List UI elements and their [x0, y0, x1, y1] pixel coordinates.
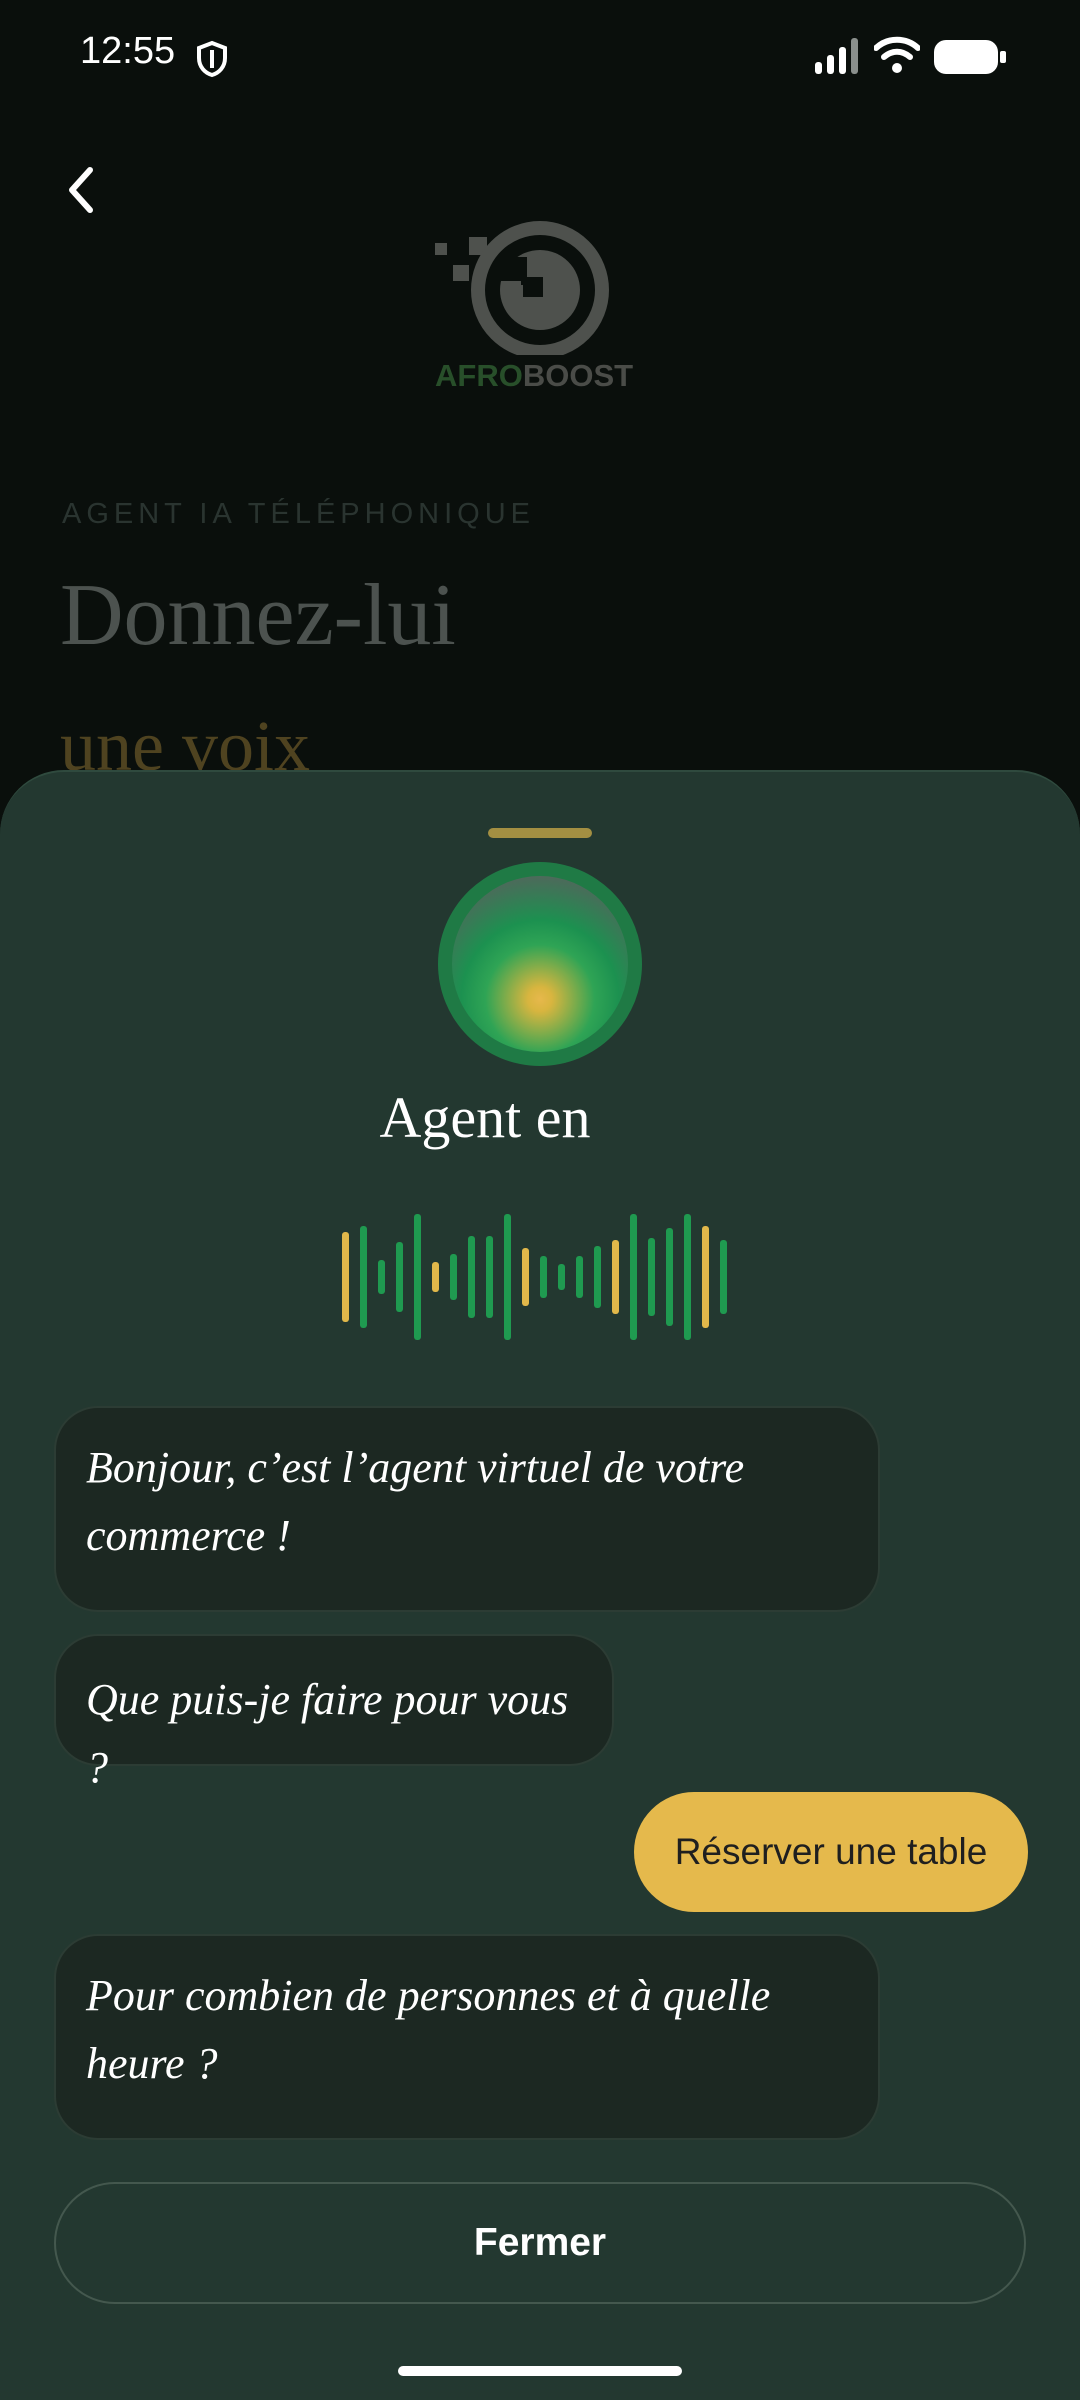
wave-bar [576, 1256, 583, 1298]
wave-bar [594, 1246, 601, 1308]
status-bar: 12:55 [0, 0, 1080, 120]
logo-word-afro: AFRO [435, 358, 523, 393]
wave-bar [648, 1238, 655, 1316]
agent-orb [438, 862, 642, 1066]
status-time: 12:55 [80, 30, 176, 72]
shield-icon [195, 40, 229, 83]
wave-bar [522, 1248, 529, 1306]
wave-bar [630, 1214, 637, 1340]
wave-bar [540, 1256, 547, 1298]
agent-orb-gradient [452, 876, 628, 1052]
home-indicator[interactable] [398, 2366, 682, 2376]
wave-bar [468, 1236, 475, 1318]
wave-bar [504, 1214, 511, 1340]
app-screen: 12:55 AFROBOOST AGENT IA TÉLÉPHONIQUE Do… [0, 0, 1080, 2400]
wave-bar [666, 1228, 673, 1326]
agent-message-bubble: Pour combien de personnes et à quelle he… [54, 1934, 880, 2140]
battery-icon [934, 40, 1006, 79]
page-headline-line-1: Donnez-lui [60, 567, 456, 664]
wave-bar [432, 1262, 439, 1292]
page-overline: AGENT IA TÉLÉPHONIQUE [62, 498, 535, 530]
wave-bar [702, 1226, 709, 1328]
wave-bar [684, 1214, 691, 1340]
wave-bar [486, 1236, 493, 1318]
logo-wordmark: AFROBOOST [435, 358, 633, 394]
wave-bar [360, 1226, 367, 1328]
wave-bar [450, 1254, 457, 1300]
agent-message-bubble: Bonjour, c’est l’agent virtuel de votre … [54, 1406, 880, 1612]
voice-agent-sheet: Agent en Bonjour, c’est l’agent virtuel … [0, 770, 1080, 2400]
voice-waveform [342, 1214, 727, 1340]
wave-bar [378, 1260, 385, 1294]
user-message-bubble: Réserver une table [634, 1792, 1028, 1912]
back-button[interactable] [60, 160, 120, 220]
wave-bar [414, 1214, 421, 1340]
agent-title: Agent en [379, 1085, 591, 1150]
wave-bar [558, 1264, 565, 1290]
wave-bar [396, 1242, 403, 1312]
chevron-left-icon [60, 167, 100, 224]
wave-bar [720, 1240, 727, 1314]
wifi-icon [873, 36, 921, 79]
signal-icon [815, 38, 861, 79]
logo-word-boost: BOOST [522, 358, 634, 393]
wave-bar [612, 1240, 619, 1314]
close-button[interactable]: Fermer [54, 2182, 1026, 2304]
sheet-drag-handle[interactable] [488, 828, 592, 838]
agent-message-bubble: Que puis-je faire pour vous ? [54, 1634, 614, 1792]
wave-bar [342, 1232, 349, 1322]
